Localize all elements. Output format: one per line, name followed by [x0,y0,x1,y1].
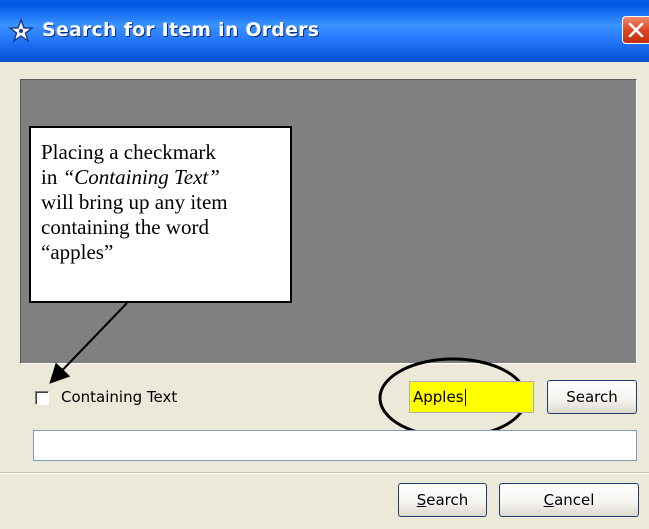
window-title: Search for Item in Orders [42,19,320,41]
search-input-value: Apples [413,388,464,406]
button-label: earch [426,491,469,509]
callout-line: “apples” [41,240,114,264]
callout-line: containing the word [41,215,209,239]
results-field[interactable] [33,430,637,461]
cancel-button[interactable]: Cancel [499,483,639,517]
close-button[interactable] [622,16,649,44]
containing-text-label[interactable]: Containing Text [61,388,177,406]
search-input[interactable]: Apples [409,381,534,413]
dialog-search-button[interactable]: Search [398,483,487,517]
callout-text: in [41,165,63,189]
callout-line: in “Containing Text” [41,165,290,190]
callout-line: Placing a checkmark [41,140,216,164]
button-label: ancel [554,491,595,509]
text-caret [464,389,466,406]
title-bar[interactable]: Search for Item in Orders [0,0,649,62]
star-window-icon [7,17,35,44]
footer-divider [0,472,649,474]
mnemonic-letter: S [416,491,427,509]
callout-line: will bring up any item [41,190,228,214]
search-dialog: Search for Item in Orders Placing a chec… [0,0,649,529]
containing-text-checkbox[interactable] [35,391,49,405]
callout-note: Placing a checkmark in “Containing Text”… [29,126,292,303]
mnemonic-letter: C [543,491,555,509]
search-button[interactable]: Search [547,380,637,414]
callout-italic-text: “Containing Text” [62,165,220,189]
